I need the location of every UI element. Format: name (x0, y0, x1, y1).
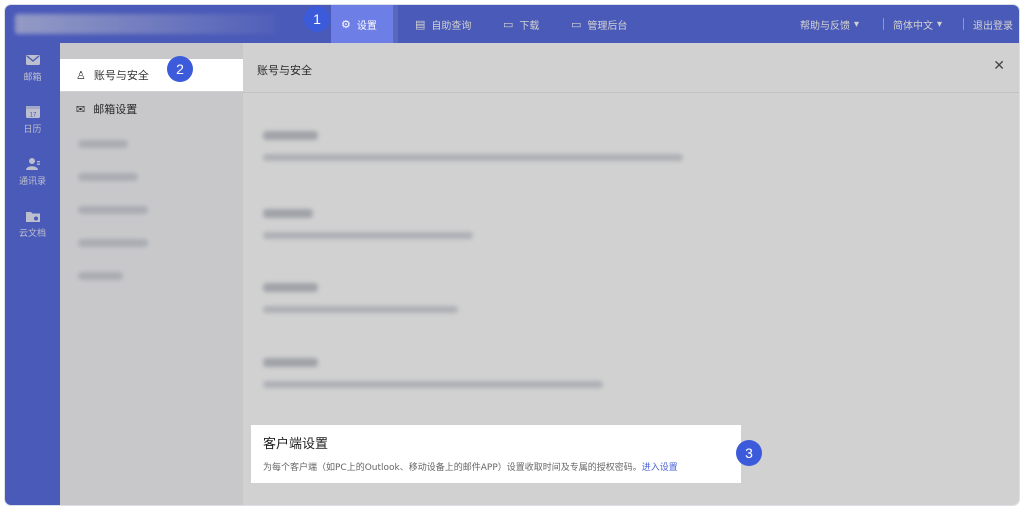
page-title: 账号与安全 (257, 64, 312, 77)
enter-settings-link[interactable]: 进入设置 (642, 463, 678, 473)
blurred-menu-item[interactable] (78, 173, 138, 181)
logout-button[interactable]: 退出登录 (973, 5, 1013, 43)
divider (963, 18, 964, 30)
help-label: 帮助与反馈 (800, 20, 850, 32)
highlight-nav-settings[interactable]: ⚙ 设置 (331, 5, 393, 43)
blurred-section (263, 209, 473, 239)
rail-item-calendar[interactable]: 17 日历 (5, 105, 60, 135)
nav-query-label: 自助查询 (431, 20, 472, 32)
rail-item-mail[interactable]: 邮箱 (5, 53, 60, 83)
step-callout-1: 1 (304, 6, 330, 32)
nav-settings-label: 设置 (356, 20, 377, 32)
mail-icon (25, 55, 40, 65)
nav-download[interactable]: ▭ 下载 (493, 5, 553, 43)
client-settings-card: 客户端设置 为每个客户端（如PC上的Outlook、移动设备上的邮件APP）设置… (251, 425, 741, 483)
menu-mailbox-label: 邮箱设置 (93, 103, 138, 116)
menu-item-account-security-highlighted[interactable]: ♙ 账号与安全 (60, 59, 243, 91)
app-rail: 邮箱 17 日历 通讯录 云文档 (5, 43, 60, 505)
calendar-badge: 17 (29, 113, 36, 119)
step-callout-3: 3 (736, 440, 762, 466)
client-settings-title: 客户端设置 (263, 437, 329, 452)
blurred-menu-item[interactable] (78, 239, 148, 247)
blurred-menu-item[interactable] (78, 206, 148, 214)
blurred-section (263, 358, 603, 388)
highlight-menu-account[interactable]: ♙ 账号与安全 (60, 59, 243, 91)
logout-label: 退出登录 (973, 20, 1013, 32)
caret-down-icon: ▾ (854, 18, 860, 30)
settings-menu: ♙ 账号与安全 ✉ 邮箱设置 (60, 43, 243, 505)
mail-outline-icon: ✉ (76, 102, 86, 116)
nav-admin-console[interactable]: ▭ 管理后台 (561, 5, 647, 43)
query-icon: ▤ (415, 17, 426, 31)
admin-icon: ▭ (571, 17, 582, 31)
close-icon[interactable]: ✕ (993, 58, 1005, 74)
menu-item-mailbox-settings[interactable]: ✉ 邮箱设置 (60, 93, 243, 125)
rail-calendar-label: 日历 (23, 125, 42, 135)
rail-item-contacts[interactable]: 通讯录 (5, 157, 60, 187)
blurred-menu-item[interactable] (78, 272, 123, 280)
cloud-folder-icon (25, 212, 40, 222)
blurred-menu-item[interactable] (78, 140, 128, 148)
rail-cloud-label: 云文档 (18, 229, 46, 239)
nav-settings-highlighted[interactable]: ⚙ 设置 (331, 5, 393, 43)
divider (883, 18, 884, 30)
language-label: 简体中文 (893, 20, 933, 32)
menu-account-label: 账号与安全 (93, 69, 149, 82)
rail-contacts-label: 通讯录 (18, 177, 46, 187)
blurred-section (263, 283, 458, 313)
nav-admin-label: 管理后台 (587, 20, 628, 32)
caret-down-icon: ▾ (937, 18, 943, 30)
help-feedback-menu[interactable]: 帮助与反馈 ▾ (800, 5, 859, 43)
blurred-section (263, 131, 683, 161)
nav-self-service-query[interactable]: ▤ 自助查询 (405, 5, 483, 43)
blurred-account-name (15, 14, 275, 34)
language-menu[interactable]: 简体中文 ▾ (893, 5, 942, 43)
settings-icon: ⚙ (341, 17, 351, 31)
top-bar: ⚙ 设置 ▤ 自助查询 ▭ 下载 ▭ 管理后台 帮助与反馈 ▾ 简体中文 ▾ 退… (5, 5, 1019, 43)
client-settings-description: 为每个客户端（如PC上的Outlook、移动设备上的邮件APP）设置收取时间及专… (263, 463, 678, 473)
contacts-icon (25, 158, 40, 170)
calendar-icon: 17 (25, 106, 40, 119)
content-header: 账号与安全 ✕ (243, 43, 1019, 93)
rail-item-cloud-docs[interactable]: 云文档 (5, 209, 60, 239)
rail-mail-label: 邮箱 (23, 73, 42, 83)
step-callout-2: 2 (167, 56, 193, 82)
nav-download-label: 下载 (519, 20, 540, 32)
download-icon: ▭ (503, 17, 514, 31)
user-icon: ♙ (76, 68, 86, 82)
